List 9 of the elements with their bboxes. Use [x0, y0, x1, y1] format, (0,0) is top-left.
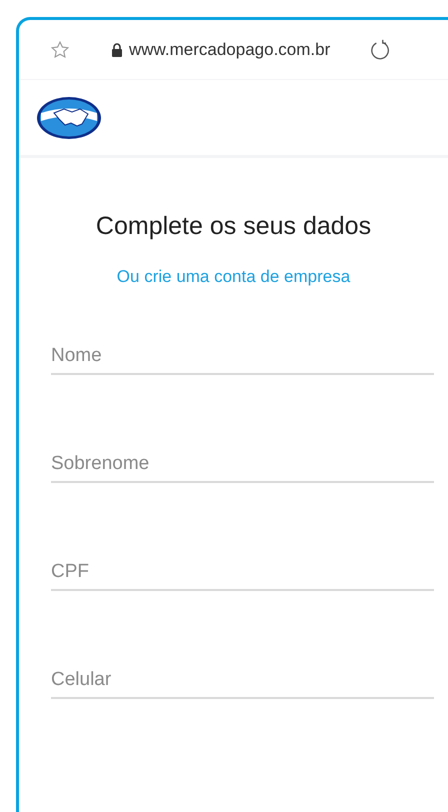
input-field[interactable]: Sobrenome	[51, 435, 434, 483]
input-field[interactable]: CPF	[51, 543, 434, 591]
input-field[interactable]: Nome	[51, 327, 434, 375]
url-text[interactable]: www.mercadopago.com.br	[129, 36, 330, 62]
input-field[interactable]: Celular	[51, 651, 434, 699]
form-title: Complete os seus dados	[94, 211, 372, 242]
star-icon[interactable]	[50, 40, 70, 60]
reload-icon[interactable]	[369, 38, 392, 60]
lock-icon	[111, 42, 123, 56]
